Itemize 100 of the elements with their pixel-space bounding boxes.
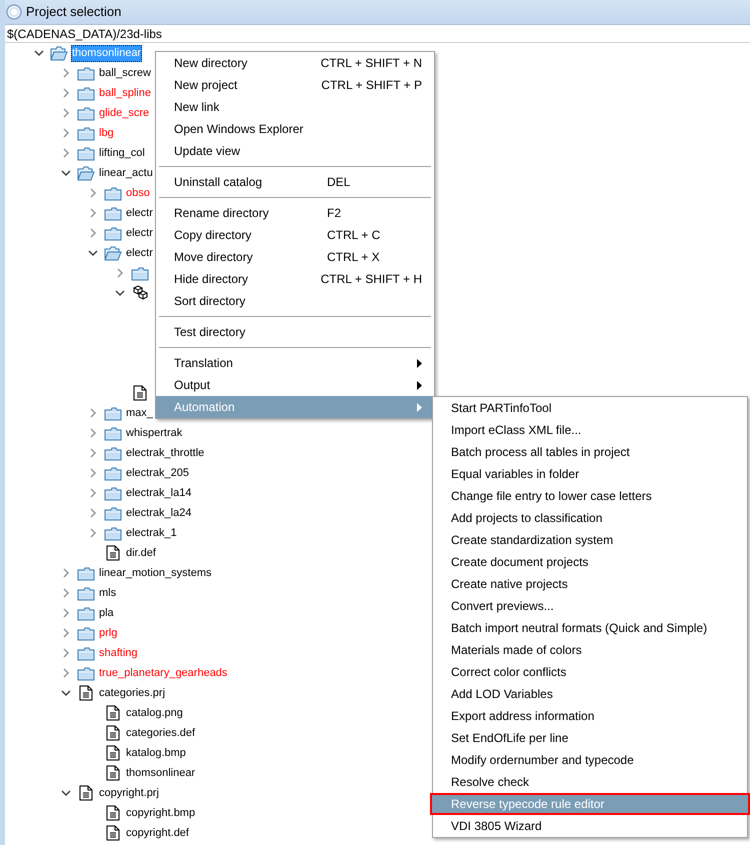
- tree-item[interactable]: ball_spline: [98, 84, 152, 102]
- folder-icon: [104, 506, 122, 520]
- menu-item[interactable]: Materials made of colors: [433, 639, 747, 661]
- folder-icon: [131, 266, 149, 280]
- menu-item[interactable]: Batch process all tables in project: [433, 441, 747, 463]
- tree-item[interactable]: lifting_col: [98, 144, 146, 162]
- tree-item[interactable]: catalog.png: [125, 704, 184, 722]
- folder-icon: [77, 66, 95, 80]
- folder-icon: [77, 106, 95, 120]
- tree-item[interactable]: categories.prj: [98, 684, 166, 702]
- chevron-down-icon[interactable]: [34, 48, 44, 58]
- tree-item[interactable]: electr: [125, 204, 154, 222]
- menu-item[interactable]: Translation: [156, 352, 434, 374]
- menu-item[interactable]: Sort directory: [156, 290, 434, 312]
- tree-item[interactable]: shafting: [98, 644, 139, 662]
- tree-item[interactable]: pla: [98, 604, 115, 622]
- menu-item[interactable]: Change file entry to lower case letters: [433, 485, 747, 507]
- folder-icon: [77, 646, 95, 660]
- menu-item[interactable]: Batch import neutral formats (Quick and Simple): [433, 617, 747, 639]
- tree-item[interactable]: glide_scre: [98, 104, 150, 122]
- folder-icon: [104, 426, 122, 440]
- open-folder-icon: [104, 246, 122, 260]
- tree-item[interactable]: linear_actu: [98, 164, 154, 182]
- folder-icon: [104, 406, 122, 420]
- folder-icon: [77, 566, 95, 580]
- menu-item[interactable]: Copy directory CTRL + C: [156, 224, 434, 246]
- tree-item[interactable]: electrak_205: [125, 464, 190, 482]
- menu-item[interactable]: Move directory CTRL + X: [156, 246, 434, 268]
- chevron-down-icon[interactable]: [61, 688, 71, 698]
- tree-item[interactable]: copyright.prj: [98, 784, 160, 802]
- tree-item[interactable]: lbg: [98, 124, 115, 142]
- tree-item[interactable]: max_: [125, 404, 154, 422]
- tree-item[interactable]: katalog.bmp: [125, 744, 187, 762]
- tree-item[interactable]: electrak_la14: [125, 484, 192, 502]
- menu-item[interactable]: Open Windows Explorer: [156, 118, 434, 140]
- tree-item[interactable]: electrak_la24: [125, 504, 192, 522]
- document-icon: [106, 545, 120, 561]
- document-icon: [106, 765, 120, 781]
- document-icon: [106, 725, 120, 741]
- tree-item[interactable]: electrak_1: [125, 524, 178, 542]
- tree-item[interactable]: prlg: [98, 624, 118, 642]
- menu-item[interactable]: Test directory: [156, 321, 434, 343]
- tree-item[interactable]: categories.def: [125, 724, 196, 742]
- tree-item[interactable]: electr: [125, 244, 154, 262]
- chevron-down-icon[interactable]: [88, 248, 98, 258]
- chevron-down-icon[interactable]: [61, 788, 71, 798]
- folder-icon: [104, 526, 122, 540]
- chevron-down-icon[interactable]: [61, 168, 71, 178]
- document-icon: [106, 805, 120, 821]
- menu-item[interactable]: Convert previews...: [433, 595, 747, 617]
- menu-item[interactable]: Update view: [156, 140, 434, 162]
- document-icon: [106, 705, 120, 721]
- tree-item[interactable]: copyright.bmp: [125, 804, 196, 822]
- folder-icon: [77, 586, 95, 600]
- window-title: Project selection: [26, 3, 122, 22]
- folder-icon: [104, 466, 122, 480]
- tree-item[interactable]: linear_motion_systems: [98, 564, 212, 582]
- chevron-right-icon[interactable]: [115, 268, 125, 278]
- open-folder-icon: [77, 166, 95, 180]
- tree-item[interactable]: copyright.def: [125, 824, 190, 842]
- menu-item[interactable]: Set EndOfLife per line: [433, 727, 747, 749]
- document-icon: [106, 825, 120, 841]
- menu-item[interactable]: Correct color conflicts: [433, 661, 747, 683]
- menu-item[interactable]: VDI 3805 Wizard: [433, 815, 747, 837]
- menu-item[interactable]: Modify ordernumber and typecode: [433, 749, 747, 771]
- menu-item[interactable]: Uninstall catalog DEL: [156, 171, 434, 193]
- tree-item[interactable]: whispertrak: [125, 424, 184, 442]
- tree-item[interactable]: obso: [125, 184, 151, 202]
- menu-item[interactable]: Hide directory CTRL + SHIFT + H: [156, 268, 434, 290]
- menu-item[interactable]: Add projects to classification: [433, 507, 747, 529]
- chevron-down-icon[interactable]: [115, 288, 125, 298]
- menu-item[interactable]: Rename directory F2: [156, 202, 434, 224]
- menu-item[interactable]: New link: [156, 96, 434, 118]
- tree-item[interactable]: mls: [98, 584, 118, 602]
- tree-item[interactable]: true_planetary_gearheads: [98, 664, 228, 682]
- folder-icon: [77, 666, 95, 680]
- folder-icon: [104, 206, 122, 220]
- menu-item[interactable]: Output: [156, 374, 434, 396]
- folder-icon: [104, 446, 122, 460]
- tree-item[interactable]: electrak_throttle: [125, 444, 206, 462]
- document-icon: [79, 785, 93, 801]
- document-icon: [133, 385, 147, 401]
- cubes-icon: [132, 285, 148, 301]
- tree-item[interactable]: thomsonlinear: [125, 764, 196, 782]
- menu-item[interactable]: Export address information: [433, 705, 747, 727]
- tree-item[interactable]: electr: [125, 224, 154, 242]
- menu-item[interactable]: Equal variables in folder: [433, 463, 747, 485]
- submenu-arrow-icon: [417, 380, 422, 390]
- tree-item[interactable]: dir.def: [125, 544, 157, 562]
- menu-item[interactable]: New directory CTRL + SHIFT + N: [156, 52, 434, 74]
- tree-item[interactable]: ball_screw: [98, 64, 152, 82]
- menu-item[interactable]: Import eClass XML file...: [433, 419, 747, 441]
- menu-item[interactable]: Start PARTinfoTool: [433, 397, 747, 419]
- menu-item[interactable]: Create standardization system: [433, 529, 747, 551]
- menu-item[interactable]: Resolve check: [433, 771, 747, 793]
- menu-item[interactable]: New project CTRL + SHIFT + P: [156, 74, 434, 96]
- menu-item[interactable]: Create native projects: [433, 573, 747, 595]
- menu-item[interactable]: Create document projects: [433, 551, 747, 573]
- submenu-arrow-icon: [417, 358, 422, 368]
- menu-item[interactable]: Add LOD Variables: [433, 683, 747, 705]
